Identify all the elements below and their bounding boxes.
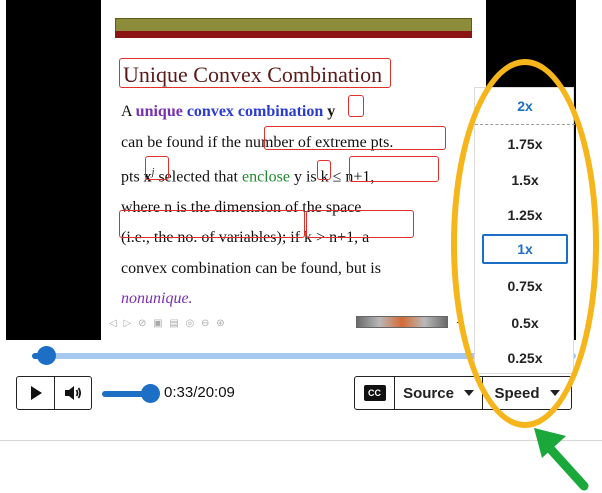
play-button[interactable] xyxy=(17,377,54,409)
source-button[interactable]: Source xyxy=(395,377,483,409)
annotation-k-box xyxy=(349,156,439,182)
progress-handle[interactable] xyxy=(37,346,56,365)
speed-option[interactable]: 1.75x xyxy=(475,129,575,159)
speed-option[interactable]: 0.5x xyxy=(475,308,575,338)
speed-button[interactable]: Speed xyxy=(483,377,571,409)
speed-option-selected[interactable]: 1x xyxy=(482,234,568,264)
slide-toolbar xyxy=(356,316,448,328)
menu-divider xyxy=(475,124,575,125)
annotation-variables-box xyxy=(119,210,305,238)
annotation-condition-box xyxy=(306,210,414,238)
slide-nav-controls: ◁ ▷ ⊘ ▣ ▤ ◎ ⊖ ⊛ xyxy=(109,318,227,329)
chevron-down-icon xyxy=(549,390,560,396)
volume-handle[interactable] xyxy=(141,384,160,403)
annotation-title-box xyxy=(119,58,391,88)
chevron-down-icon xyxy=(463,390,474,396)
annotation-extreme-pts-box xyxy=(264,126,446,150)
speed-option[interactable]: 0.75x xyxy=(475,271,575,301)
speed-label: Speed xyxy=(494,384,540,402)
captions-button[interactable]: CC xyxy=(355,377,395,409)
annotation-xj-box xyxy=(145,156,169,180)
speed-option[interactable]: 0.25x xyxy=(475,343,575,373)
slide-line-1: A unique convex combination y xyxy=(121,103,336,120)
speed-option[interactable]: 2x xyxy=(475,91,575,121)
volume-button[interactable] xyxy=(53,377,92,409)
slide-header-stripe xyxy=(115,31,472,38)
volume-icon xyxy=(64,386,81,400)
annotation-y-box xyxy=(348,95,364,117)
slide-page-number: 1 xyxy=(456,312,463,326)
speed-option[interactable]: 1.5x xyxy=(475,165,575,195)
speed-option[interactable]: 1.25x xyxy=(475,200,575,230)
playback-buttons xyxy=(16,376,92,410)
speed-menu: 2x 1.75x 1.5x 1.25x 1x 0.75x 0.5x 0.25x xyxy=(474,87,575,374)
slide-line-7: nonunique. xyxy=(121,290,193,308)
annotation-enclose-y-box xyxy=(317,160,331,180)
time-display: 0:33/20:09 xyxy=(164,384,235,401)
source-label: Source xyxy=(403,384,454,402)
slide-header-bar xyxy=(115,18,472,32)
closed-captions-icon: CC xyxy=(363,385,386,401)
settings-buttons: CC Source Speed xyxy=(354,376,572,410)
divider xyxy=(0,440,602,441)
slide-line-6: convex combination can be found, but is xyxy=(121,259,381,277)
arrow-up-left-icon xyxy=(534,428,589,491)
play-icon xyxy=(31,386,43,400)
lecture-slide: Unique Convex Combination A unique conve… xyxy=(101,0,486,340)
